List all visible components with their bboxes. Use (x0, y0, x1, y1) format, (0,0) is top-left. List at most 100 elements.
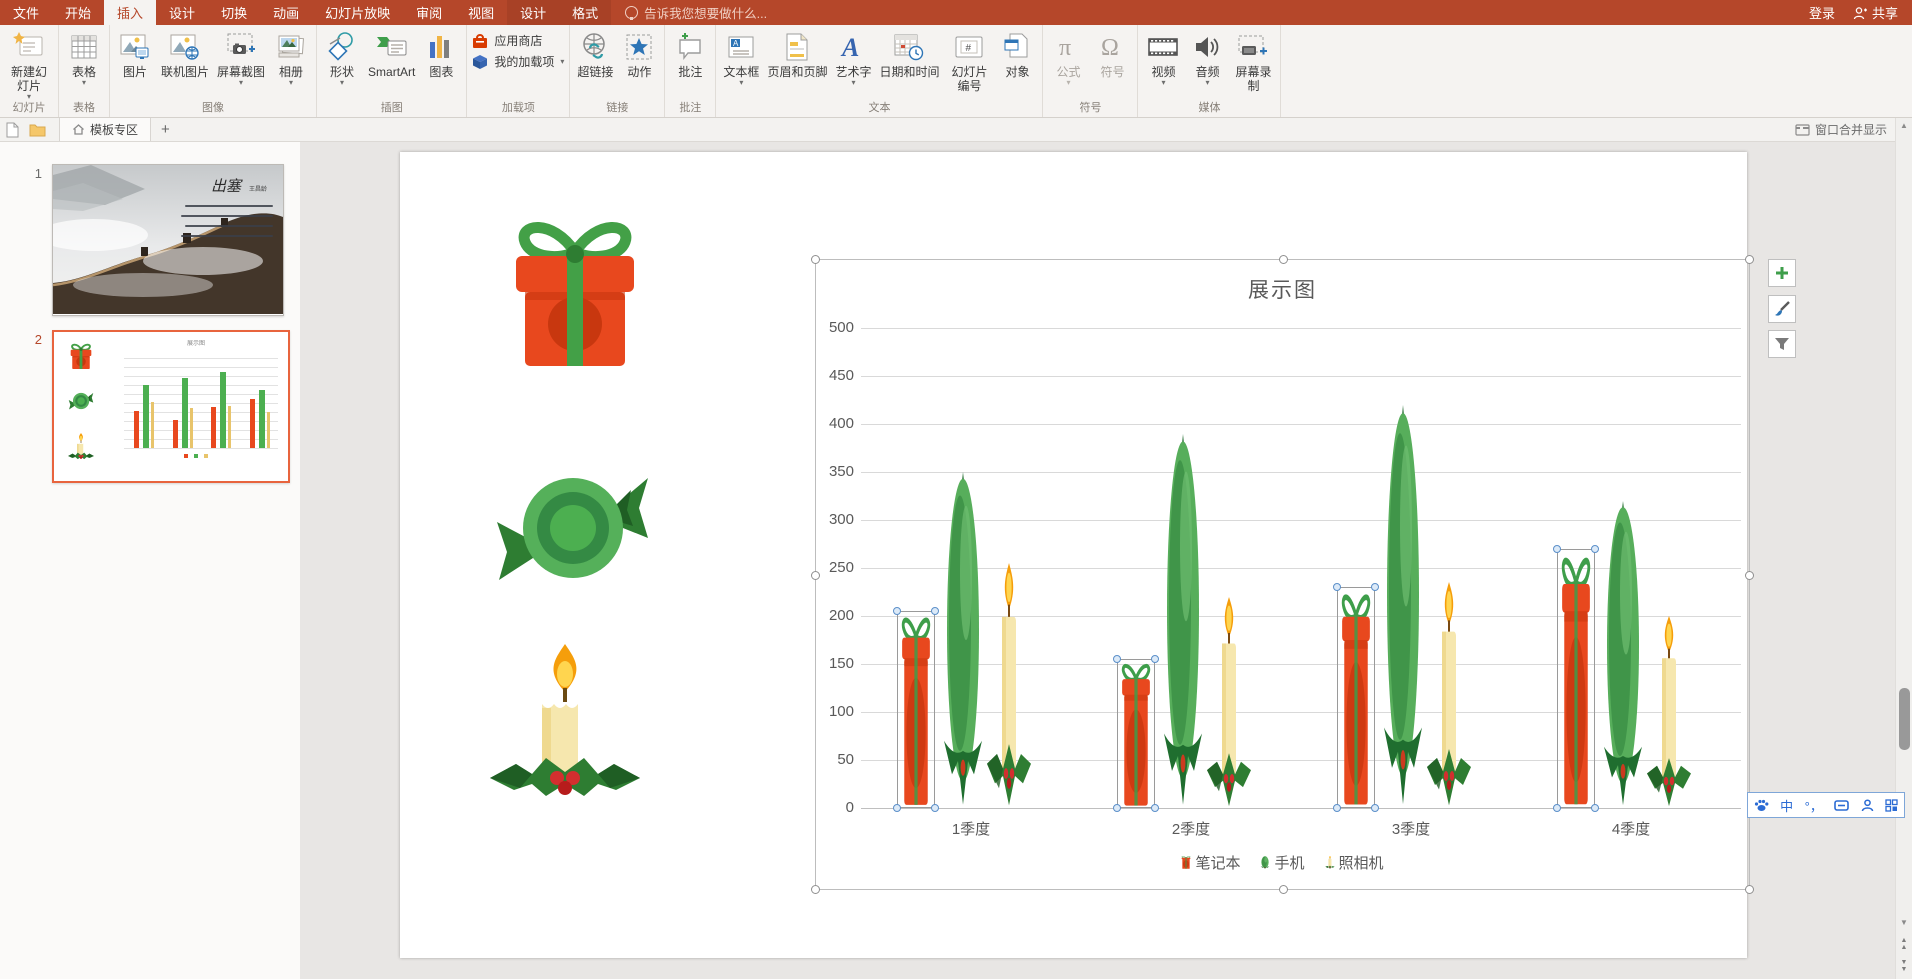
paw-icon[interactable] (1754, 798, 1769, 812)
next-slide-button[interactable]: ▼ ▼ (1896, 959, 1912, 973)
series-selection-handle[interactable] (931, 607, 939, 616)
screenshot-icon (225, 29, 257, 65)
share-button[interactable]: 共享 (1853, 3, 1898, 22)
tab-design[interactable]: 设计 (156, 0, 208, 25)
series-selection-handle[interactable] (1591, 544, 1599, 553)
slide-number-button[interactable]: # 幻灯片编号 (943, 26, 995, 93)
tab-review[interactable]: 审阅 (403, 0, 455, 25)
series-candy-green-bar[interactable] (1381, 404, 1425, 808)
header-footer-button[interactable]: 页眉和页脚 (763, 26, 831, 79)
resize-handle-ne[interactable] (1745, 255, 1754, 264)
resize-handle-sw[interactable] (811, 885, 820, 894)
wordart-button[interactable]: A 艺术字 ▾ (831, 26, 875, 87)
editing-canvas[interactable]: 展示图 500 450 400 350 300 250 200 150 100 50 0 1季度 2季度… (300, 142, 1895, 979)
series-selection-handle[interactable] (1371, 804, 1379, 812)
online-picture-button[interactable]: 联机图片 (157, 26, 213, 79)
punctuation-icon[interactable]: °， (1805, 796, 1823, 815)
series-selection-handle[interactable] (931, 804, 939, 812)
comment-icon (675, 29, 705, 65)
series-selection-handle[interactable] (1553, 804, 1561, 812)
signin-button[interactable]: 登录 (1809, 3, 1835, 22)
series-candy-green-bar[interactable] (941, 472, 985, 808)
screen-record-button[interactable]: 屏幕录制 (1229, 26, 1277, 93)
open-folder-button[interactable] (29, 123, 46, 137)
tab-charttools-design[interactable]: 设计 (507, 0, 560, 25)
action-button[interactable]: 动作 (617, 26, 661, 79)
new-file-button[interactable] (5, 122, 19, 138)
candle-clipart[interactable] (480, 638, 650, 813)
chart-button[interactable]: 图表 (419, 26, 463, 79)
tab-insert[interactable]: 插入 (104, 0, 157, 25)
tab-home[interactable]: 开始 (52, 0, 104, 25)
chart-elements-button[interactable] (1768, 259, 1796, 287)
my-addins-button[interactable]: 我的加载项 ▾ (472, 53, 564, 70)
scroll-down-arrow[interactable]: ▼ (1896, 918, 1912, 927)
series-candle-yellow-bar[interactable] (1645, 616, 1693, 808)
series-candy-green-bar[interactable] (1161, 433, 1205, 808)
new-slide-button[interactable]: 新建幻灯片 ▾ (3, 26, 55, 101)
shapes-button[interactable]: 形状 ▾ (320, 26, 364, 87)
scroll-up-arrow[interactable]: ▲ (1896, 121, 1912, 130)
vertical-scrollbar[interactable]: ▲ ▼ ▲ ▲ ▼ ▼ (1895, 118, 1912, 979)
series-selection-handle[interactable] (1113, 804, 1121, 812)
slide-2-canvas[interactable]: 展示图 500 450 400 350 300 250 200 150 100 50 0 1季度 2季度… (400, 152, 1754, 958)
tellme-box[interactable]: 告诉我您想要做什么... (611, 0, 781, 25)
chart-styles-button[interactable] (1768, 295, 1796, 323)
series-candle-yellow-bar[interactable] (1205, 596, 1253, 808)
tab-charttools-format[interactable]: 格式 (559, 0, 612, 25)
resize-handle-e[interactable] (1745, 571, 1754, 580)
store-button[interactable]: 应用商店 (472, 32, 564, 49)
person-icon[interactable] (1861, 798, 1874, 812)
grid-icon[interactable] (1885, 798, 1898, 812)
photo-album-button[interactable]: 相册 ▾ (269, 26, 313, 87)
series-selection-handle[interactable] (1333, 804, 1341, 812)
chart-object[interactable]: 展示图 500 450 400 350 300 250 200 150 100 50 0 1季度 2季度… (811, 255, 1754, 894)
smartart-button[interactable]: SmartArt (364, 26, 419, 79)
slide-1-thumbnail[interactable]: 出塞 王昌龄 (38, 164, 284, 316)
slide-2-thumbnail[interactable]: 展示图 (52, 330, 290, 483)
tab-file[interactable]: 文件 (0, 0, 52, 25)
series-selection-handle[interactable] (893, 804, 901, 812)
screenshot-button[interactable]: 屏幕截图 ▾ (213, 26, 269, 87)
chart-legend[interactable]: 笔记本 手机 照相机 (816, 852, 1749, 873)
series-selection-handle[interactable] (1151, 655, 1159, 664)
resize-handle-s[interactable] (1279, 885, 1288, 894)
comment-button[interactable]: 批注 (668, 26, 712, 79)
chinese-mode-icon[interactable]: 中 (1780, 796, 1793, 815)
series-candy-green-bar[interactable] (1601, 500, 1645, 808)
previous-slide-button[interactable]: ▲ ▲ (1896, 937, 1912, 951)
datetime-button[interactable]: 日期和时间 (875, 26, 943, 79)
board-icon[interactable] (1834, 799, 1850, 812)
tab-animations[interactable]: 动画 (260, 0, 312, 25)
picture-button[interactable]: 图片 (113, 26, 157, 79)
series-selection-handle[interactable] (1553, 544, 1561, 553)
legend-item[interactable]: 照相机 (1324, 852, 1384, 873)
resize-handle-n[interactable] (1279, 255, 1288, 264)
table-button[interactable]: 表格 ▾ (62, 26, 106, 87)
tab-slideshow[interactable]: 幻灯片放映 (312, 0, 403, 25)
audio-button[interactable]: 音频 ▾ (1185, 26, 1229, 87)
video-button[interactable]: 视频 ▾ (1141, 26, 1185, 87)
series-selection-handle[interactable] (1591, 804, 1599, 812)
hyperlink-button[interactable]: 超链接 (573, 26, 617, 79)
series-selection-handle[interactable] (1151, 804, 1159, 812)
resize-handle-se[interactable] (1745, 885, 1754, 894)
gift-clipart[interactable] (500, 212, 650, 372)
series-candle-yellow-bar[interactable] (1425, 582, 1473, 808)
chart-filters-button[interactable] (1768, 330, 1796, 358)
template-zone-tab[interactable]: 模板专区 (59, 118, 152, 141)
add-tab-button[interactable]: + (151, 121, 180, 138)
tab-transitions[interactable]: 切换 (208, 0, 260, 25)
object-button[interactable]: 对象 (995, 26, 1039, 79)
resize-handle-w[interactable] (811, 571, 820, 580)
textbox-button[interactable]: A 文本框 ▾ (719, 26, 763, 87)
series-candle-yellow-bar[interactable] (985, 563, 1033, 808)
tab-view[interactable]: 视图 (455, 0, 507, 25)
series-selection-handle[interactable] (1371, 583, 1379, 592)
window-merge-toggle[interactable]: 窗口合并显示 (1795, 121, 1895, 138)
scrollbar-thumb[interactable] (1899, 688, 1910, 750)
resize-handle-nw[interactable] (811, 255, 820, 264)
candy-clipart[interactable] (495, 448, 650, 608)
legend-item[interactable]: 笔记本 (1181, 852, 1240, 873)
legend-item[interactable]: 手机 (1260, 852, 1305, 873)
